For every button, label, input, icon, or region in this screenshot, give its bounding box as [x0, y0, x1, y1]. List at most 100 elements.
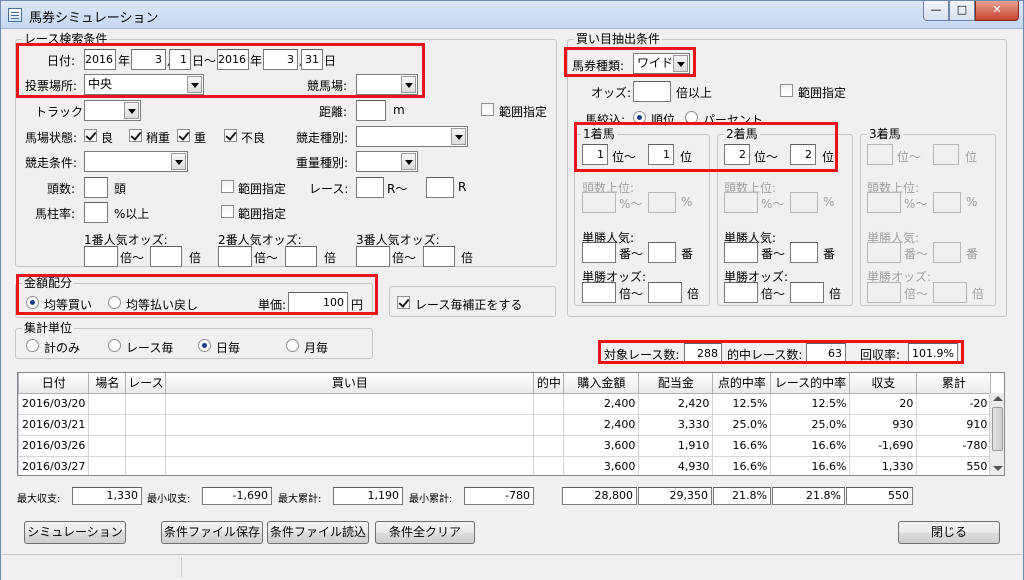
cell-race-rate: 25.0%	[770, 413, 851, 436]
chevron-down-icon	[451, 128, 466, 145]
distance-input[interactable]	[356, 100, 386, 121]
race-type-label: 競走種別:	[296, 131, 349, 145]
table-row[interactable]: 2016/03/21 2,400 3,330 25.0% 25.0% 930 910	[18, 413, 992, 436]
col-venue[interactable]: 場名	[88, 373, 127, 394]
cell-hit	[533, 392, 565, 415]
place2-fav-from-input[interactable]	[724, 242, 758, 263]
highlight-date-venue	[16, 43, 425, 98]
place2-bai: 倍	[829, 287, 842, 301]
track-select[interactable]	[84, 100, 141, 121]
maximize-button[interactable]: □	[949, 1, 975, 21]
clear-conditions-button[interactable]: 条件全クリア	[375, 521, 475, 544]
per-month-radio[interactable]	[286, 339, 299, 352]
fav1-to-input[interactable]	[150, 246, 182, 267]
weight-type-select[interactable]	[356, 151, 418, 172]
total-only-radio[interactable]	[26, 339, 39, 352]
place1-pct: %	[681, 195, 693, 209]
race-correction-checkbox[interactable]	[397, 296, 410, 309]
fav2-to-input[interactable]	[285, 246, 317, 267]
cell-point-rate: 16.6%	[712, 455, 772, 475]
minimize-button[interactable]: —	[923, 1, 949, 21]
place3-odds-to-input[interactable]	[933, 282, 967, 303]
cell-venue	[88, 434, 127, 457]
cond-slightly-checkbox[interactable]	[129, 129, 142, 142]
fav1-from-input[interactable]	[84, 246, 118, 267]
race-from-input[interactable]	[356, 177, 384, 198]
race-to-input[interactable]	[426, 177, 454, 198]
place2-pct-to-input[interactable]	[790, 192, 818, 213]
race-type-select[interactable]	[356, 126, 468, 147]
load-conditions-button[interactable]: 条件ファイル読込	[267, 521, 369, 544]
cond-bad-checkbox[interactable]	[224, 129, 237, 142]
place3-odds-from-input[interactable]	[867, 282, 901, 303]
col-race[interactable]: レース	[125, 373, 167, 394]
bet-extract-title: 買い目抽出条件	[574, 32, 663, 46]
col-balance[interactable]: 収支	[849, 373, 918, 394]
cell-bets	[165, 434, 535, 457]
max-balance-label: 最大収支:	[17, 494, 61, 505]
col-bets[interactable]: 買い目	[165, 373, 535, 394]
fav3-from-input[interactable]	[356, 246, 390, 267]
table-row[interactable]: 2016/03/20 2,400 2,420 12.5% 12.5% 20 -20	[18, 392, 992, 415]
place3-pct-from-input[interactable]	[867, 192, 901, 213]
place3-from-input[interactable]	[867, 144, 893, 165]
cond-good-checkbox[interactable]	[84, 129, 97, 142]
place1-odds-to-input[interactable]	[648, 282, 682, 303]
cell-race	[125, 455, 167, 475]
place1-fav-to-input[interactable]	[648, 242, 676, 263]
col-payout[interactable]: 配当金	[638, 373, 714, 394]
cell-payout: 3,330	[638, 413, 714, 436]
col-purchase[interactable]: 購入金額	[563, 373, 640, 394]
col-date[interactable]: 日付	[18, 373, 90, 394]
table-header-row: 日付 場名 レース 買い目 的中 購入金額 配当金 点的中率 レース的中率 収支…	[18, 373, 992, 394]
fav2-bai: 倍	[324, 251, 337, 265]
simulate-button[interactable]: シミュレーション	[24, 521, 126, 544]
odds-range-checkbox[interactable]	[780, 84, 793, 97]
cell-balance: 20	[849, 392, 918, 415]
place2-odds-to-input[interactable]	[790, 282, 824, 303]
fav3-to-input[interactable]	[423, 246, 455, 267]
place3-pct-to-input[interactable]	[933, 192, 961, 213]
table-row[interactable]: 2016/03/26 3,600 1,910 16.6% 16.6% -1,690 -780	[18, 434, 992, 457]
place3-fav-to-input[interactable]	[933, 242, 961, 263]
post-range-checkbox[interactable]	[221, 205, 234, 218]
race-r: R	[458, 180, 467, 194]
cell-venue	[88, 392, 127, 415]
place1-pct-from-input[interactable]	[582, 192, 616, 213]
fav2-from-input[interactable]	[218, 246, 252, 267]
place1-pct-to-input[interactable]	[648, 192, 676, 213]
place1-fav-from-input[interactable]	[582, 242, 616, 263]
results-table-container: 日付 場名 レース 買い目 的中 購入金額 配当金 点的中率 レース的中率 収支…	[17, 372, 1005, 476]
heads-input[interactable]	[84, 177, 108, 198]
cond-heavy-checkbox[interactable]	[177, 129, 190, 142]
heads-range-checkbox[interactable]	[221, 180, 234, 193]
per-race-radio[interactable]	[108, 339, 121, 352]
place1-odds-from-input[interactable]	[582, 282, 616, 303]
scroll-down-icon[interactable]	[993, 466, 1003, 471]
place2-odds-from-input[interactable]	[724, 282, 758, 303]
distance-range-checkbox[interactable]	[481, 103, 494, 116]
save-conditions-button[interactable]: 条件ファイル保存	[161, 521, 263, 544]
race-cond-select[interactable]	[84, 151, 188, 172]
per-day-radio[interactable]	[198, 339, 211, 352]
place2-pct-from-input[interactable]	[724, 192, 758, 213]
place3-to-input[interactable]	[933, 144, 959, 165]
app-icon	[8, 8, 22, 22]
cell-cumulative: 550	[916, 455, 992, 475]
odds-label: オッズ:	[591, 86, 632, 100]
vertical-scrollbar[interactable]	[989, 393, 1004, 475]
table-row[interactable]: 2016/03/27 3,600 4,930 16.6% 16.6% 1,330 550	[18, 455, 992, 475]
odds-input[interactable]	[633, 81, 671, 102]
col-race-rate[interactable]: レース的中率	[770, 373, 851, 394]
close-window-button[interactable]: ✕	[975, 1, 1019, 21]
close-button[interactable]: 閉じる	[898, 521, 1000, 544]
place2-fav-to-input[interactable]	[790, 242, 818, 263]
post-rate-input[interactable]	[84, 202, 108, 223]
col-point-rate[interactable]: 点的中率	[712, 373, 772, 394]
col-cumulative[interactable]: 累計	[916, 373, 992, 394]
scroll-thumb[interactable]	[992, 407, 1003, 451]
scroll-up-icon[interactable]	[993, 396, 1003, 401]
col-hit[interactable]: 的中	[533, 373, 565, 394]
place3-fav-from-input[interactable]	[867, 242, 901, 263]
place3-ban: 番	[966, 247, 979, 261]
